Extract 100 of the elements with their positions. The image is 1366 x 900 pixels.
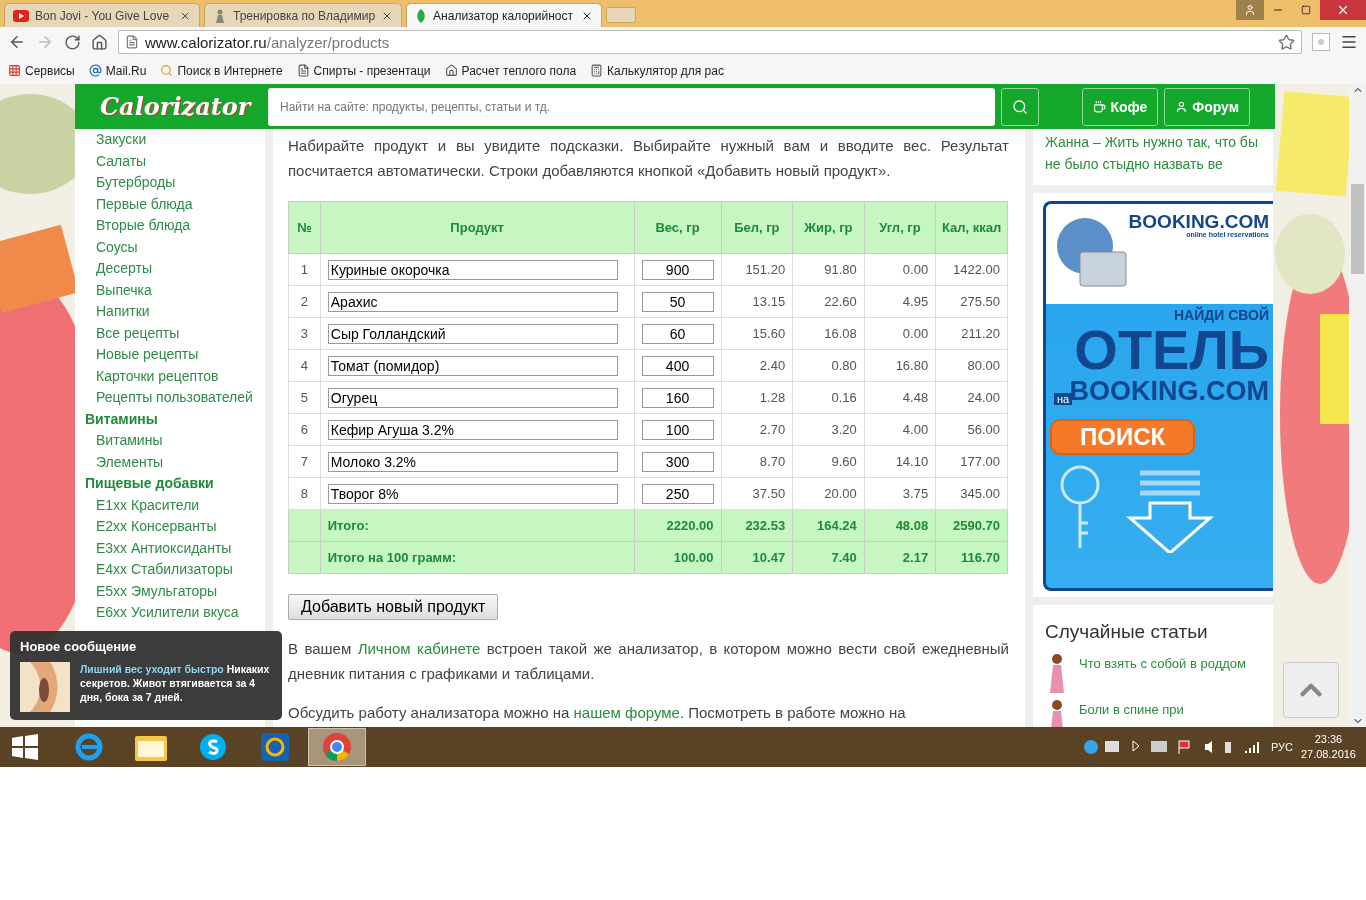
bookmark-link[interactable]: Расчет теплого пола <box>444 63 577 78</box>
sidebar-link[interactable]: Рецепты пользователей <box>85 387 265 409</box>
sidebar-link[interactable]: Вторые блюда <box>85 215 265 237</box>
sidebar-link[interactable]: E1xx Красители <box>85 494 265 516</box>
table-cell: 20.00 <box>792 477 865 510</box>
close-button[interactable] <box>1320 0 1366 20</box>
menu-icon[interactable] <box>1340 33 1358 51</box>
weight-field[interactable]: 50 <box>641 291 714 312</box>
site-search-field[interactable]: Найти на сайте: продукты, рецепты, статьи и тд. <box>268 87 995 126</box>
sidebar-link[interactable]: Витамины <box>85 430 265 452</box>
product-field[interactable]: Кефир Агуша 3.2% <box>327 419 618 440</box>
language-indicator[interactable]: РУС <box>1270 741 1293 753</box>
leaf-icon <box>415 8 428 23</box>
table-cell: 7 <box>288 445 321 478</box>
ad-small-label: на <box>1054 393 1073 405</box>
weight-field[interactable]: 160 <box>641 387 714 408</box>
bookmark-link[interactable]: Mail.Ru <box>88 63 147 78</box>
sidebar-link[interactable]: Все рецепты <box>85 322 265 344</box>
grid-icon <box>8 64 21 77</box>
scroll-thumb[interactable] <box>1351 184 1364 274</box>
product-field[interactable]: Сыр Голландский <box>327 323 618 344</box>
column-header: Бел, гр <box>721 201 793 254</box>
sidebar-link[interactable]: Элементы <box>85 451 265 473</box>
table-cell: 91.80 <box>792 253 865 286</box>
browser-tab[interactable]: Анализатор калорийност <box>406 3 603 27</box>
product-field[interactable]: Молоко 3.2% <box>327 451 618 472</box>
total-cell: 100.00 <box>634 541 722 574</box>
paragraph: Обсудить работу анализатора можно на нашем форуме. Посмотреть в работе можно на <box>288 703 907 723</box>
chrome-icon <box>322 732 352 762</box>
weight-field[interactable]: 60 <box>641 323 714 344</box>
table-cell: 16.08 <box>792 317 865 350</box>
total-cell: 2590.70 <box>935 509 1008 542</box>
clock[interactable]: 23:36 27.08.2016 <box>1300 732 1356 762</box>
total-cell: 232.53 <box>721 509 793 542</box>
table-cell: 24.00 <box>935 381 1008 414</box>
sidebar-link[interactable]: Соусы <box>85 236 265 258</box>
sidebar-link[interactable]: Первые блюда <box>85 193 265 215</box>
sidebar-link[interactable]: E4xx Стабилизаторы <box>85 559 265 581</box>
back-to-top-button[interactable] <box>1283 662 1339 718</box>
product-field[interactable]: Огурец <box>327 387 618 408</box>
sidebar-link[interactable]: Напитки <box>85 301 265 323</box>
profile-button[interactable] <box>1236 0 1264 20</box>
bookmark-link[interactable]: Калькулятор для рас <box>590 63 724 78</box>
product-field[interactable]: Томат (помидор) <box>327 355 618 376</box>
sidebar-link[interactable]: Закуски <box>85 129 265 151</box>
table-cell: 275.50 <box>935 285 1008 318</box>
text-link[interactable]: нашем форуме <box>573 704 680 721</box>
bookmark-link[interactable]: Поиск в Интернете <box>160 63 283 78</box>
table-cell: 151.20 <box>721 253 793 286</box>
bookmark-star-icon[interactable] <box>1278 33 1295 51</box>
table-cell: 177.00 <box>935 445 1008 478</box>
cup-icon <box>1093 99 1107 114</box>
weight-field[interactable]: 250 <box>641 483 714 504</box>
sidebar-link[interactable]: Выпечка <box>85 279 265 301</box>
text-link[interactable]: Личном кабинете <box>357 640 481 657</box>
product-field[interactable]: Творог 8% <box>327 483 618 504</box>
at-sign-icon <box>88 64 102 77</box>
browser-tab[interactable]: Тренировка по Владимир <box>204 3 403 27</box>
notification-popup[interactable]: Новое сообщение Лишний вес уходит быстро Никаких секретов. Живот втягивается за 4 дня, бока за 7 дней. <box>10 631 282 720</box>
product-field[interactable]: Арахис <box>327 291 618 312</box>
weight-field[interactable]: 300 <box>641 451 714 472</box>
paragraph: В вашем Личном кабинете встроен такой же анализатор, в котором можно вести свой ежедневный дневник питания с графиками и таблицами. <box>288 639 1009 684</box>
product-field[interactable]: Куриные окорочка <box>327 259 618 280</box>
add-product-button[interactable]: Добавить новый продукт <box>288 594 499 620</box>
search-button[interactable] <box>1001 87 1039 126</box>
scrollbar[interactable] <box>1349 84 1366 727</box>
windows-logo-icon[interactable] <box>12 734 38 760</box>
table-cell: 3 <box>288 317 321 350</box>
table-cell: 3.20 <box>792 413 865 446</box>
total-cell: 2.17 <box>864 541 936 574</box>
sidebar-link[interactable]: E6xx Усилители вкуса <box>85 602 265 624</box>
sidebar-link[interactable]: E3xx Антиоксиданты <box>85 537 265 559</box>
address-bar[interactable]: www.calorizator.ru/analyzer/products <box>118 30 1302 54</box>
notification-link[interactable]: Лишний вес уходит быстро <box>80 663 224 675</box>
weight-field[interactable]: 400 <box>641 355 714 376</box>
article-link[interactable]: Что взять с собой в роддом <box>1079 653 1246 674</box>
browser-tab[interactable]: Bon Jovi - You Give Love <box>4 3 200 27</box>
article-link[interactable]: Боли в спине при <box>1079 699 1184 720</box>
sidebar-link[interactable]: Салаты <box>85 150 265 172</box>
weight-field[interactable]: 900 <box>641 259 714 280</box>
sidebar-link[interactable]: E2xx Консерванты <box>85 516 265 538</box>
sidebar-link[interactable]: Десерты <box>85 258 265 280</box>
sidebar-link[interactable]: Карточки рецептов <box>85 365 265 387</box>
reload-icon[interactable] <box>64 33 81 51</box>
skype-icon <box>199 733 227 761</box>
table-cell: 8 <box>288 477 321 510</box>
weight-field[interactable]: 100 <box>641 419 714 440</box>
sidebar-link[interactable]: E5xx Эмульгаторы <box>85 580 265 602</box>
bookmark-link[interactable]: Сервисы <box>8 63 75 78</box>
column-header: Кал, ккал <box>935 201 1008 254</box>
home-icon[interactable] <box>91 33 108 51</box>
bookmark-link[interactable]: Спирты - презентаци <box>296 63 431 78</box>
table-cell: 16.80 <box>864 349 936 382</box>
search-icon <box>1012 98 1028 115</box>
sidebar-link[interactable]: Бутерброды <box>85 172 265 194</box>
back-icon[interactable] <box>8 33 26 51</box>
notification-text: Лишний вес уходит быстро Никаких секретов. Живот втягивается за 4 дня, бока за 7 дней. <box>80 662 271 705</box>
table-cell: 56.00 <box>935 413 1008 446</box>
total-label: Итого на 100 грамм: <box>320 541 635 574</box>
sidebar-link[interactable]: Новые рецепты <box>85 344 265 366</box>
